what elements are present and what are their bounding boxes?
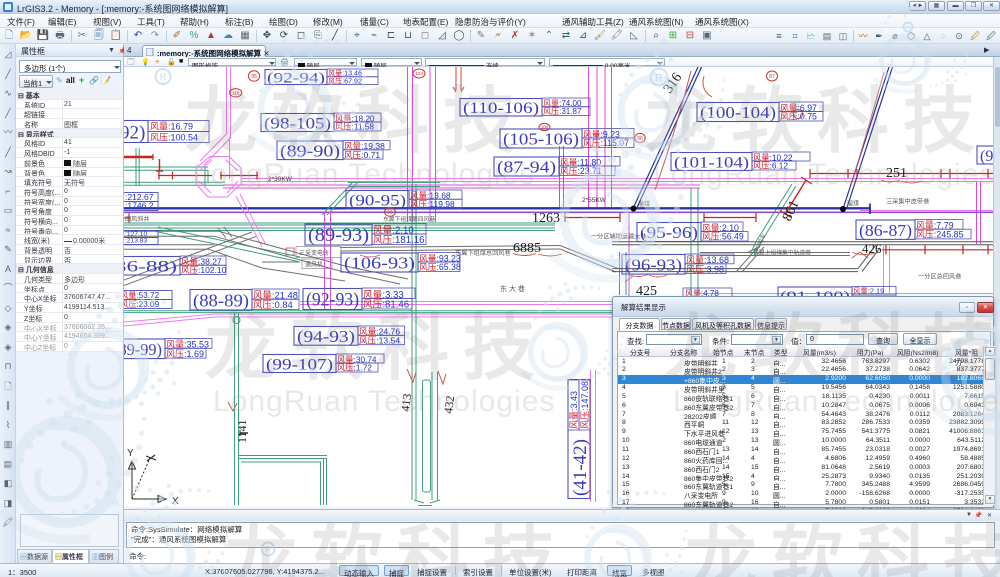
svg-text:(106-93): (106-93) [344,254,415,273]
svg-text:2*55KW: 2*55KW [582,197,607,204]
svg-text:426: 426 [862,241,882,256]
svg-text:(89-99): (89-99) [124,340,162,359]
svg-text:东翼上组煤集中轨道巷: 东翼上组煤集中轨道巷 [753,249,811,257]
svg-text:风压:56.49: 风压:56.49 [702,232,744,242]
svg-text:100: 100 [541,125,549,130]
svg-text:87: 87 [769,74,775,80]
svg-text:95: 95 [251,74,257,80]
svg-text:风量:3.43: 风量:3.43 [569,391,579,429]
svg-text:风压:67.92: 风压:67.92 [328,77,362,85]
svg-text:风压:115.07: 风压:115.07 [583,138,629,148]
svg-text:(99-107): (99-107) [266,356,333,373]
svg-text:风量:2.19: 风量:2.19 [853,287,884,296]
svg-text:风压:23.71: 风压:23.71 [560,166,602,176]
svg-text::1746.2: :1746.2 [125,201,154,211]
svg-text:溜煤: 溜煤 [638,200,650,208]
svg-text:一分区总回风巷: 一分区总回风巷 [918,273,962,281]
svg-text:92: 92 [387,210,393,215]
svg-text:(90-95): (90-95) [349,191,406,210]
svg-text:X: X [172,496,179,507]
svg-text:316: 316 [661,70,685,96]
svg-text:(86-87): (86-87) [859,221,912,240]
svg-text:风量:53.72: 风量:53.72 [124,291,160,300]
svg-text:三采集中皮带巷: 三采集中皮带巷 [886,198,930,206]
svg-text::213.83: :213.83 [125,238,147,245]
svg-text:风量:16.79: 风量:16.79 [150,122,193,132]
svg-text:92): 92) [124,123,145,144]
svg-text:风压:1.69: 风压:1.69 [166,349,204,359]
svg-text:风压:65.38: 风压:65.38 [419,262,461,272]
svg-text:风压:0.71: 风压:0.71 [344,150,380,160]
svg-text:风压:0.75: 风压:0.75 [780,112,817,122]
svg-text:(110-106): (110-106) [463,100,539,117]
svg-text:(88-89): (88-89) [193,290,249,311]
svg-text:风压:11.58: 风压:11.58 [335,123,374,132]
svg-text:(105-106): (105-106) [503,130,579,149]
svg-text:风压:119.98: 风压:119.98 [410,199,455,209]
svg-text:风压:13.54: 风压:13.54 [359,335,400,345]
svg-text:风压:245.85: 风压:245.85 [916,230,964,240]
svg-text:(94-93): (94-93) [297,327,355,346]
svg-text:(96-93): (96-93) [625,256,682,275]
svg-text:2*30KW: 2*30KW [268,176,293,183]
svg-text:(89-90): (89-90) [280,141,340,160]
svg-text:6885: 6885 [513,241,541,256]
svg-text:风压:102.10: 风压:102.10 [181,265,227,275]
svg-text:风压:3.98: 风压:3.98 [686,264,724,274]
svg-text:东翼下组煤总回风巷: 东翼下组煤总回风巷 [455,249,511,257]
svg-text:(41-42): (41-42) [570,439,591,496]
svg-text:(87-94): (87-94) [497,158,556,177]
svg-text:(100-104): (100-104) [700,103,776,122]
svg-text:413: 413 [398,393,414,413]
svg-text:风量:13.46: 风量:13.46 [328,70,362,78]
svg-text:96: 96 [637,136,643,142]
svg-text:(86-88): (86-88) [124,257,177,276]
svg-text:溜煤: 溜煤 [847,200,859,208]
svg-text:1263: 1263 [532,211,560,226]
svg-text:风压:31.87: 风压:31.87 [543,107,582,116]
svg-text:432: 432 [441,395,457,415]
svg-text:风压:81.46: 风压:81.46 [363,300,409,311]
svg-text:861: 861 [780,198,802,223]
svg-text:风压:100.54: 风压:100.54 [150,133,198,143]
svg-text:风压:6.12: 风压:6.12 [753,162,788,171]
svg-text:风压:0.84: 风压:0.84 [253,299,293,310]
svg-text:风压:23.09: 风压:23.09 [124,300,160,309]
svg-text:回风斜井: 回风斜井 [125,215,150,223]
svg-text:(98-105): (98-105) [264,115,331,132]
svg-text:(92-93): (92-93) [306,290,359,311]
svg-text:(89-93): (89-93) [308,225,369,246]
svg-text:(92-94): (92-94) [267,71,325,87]
svg-text:风压:1.72: 风压:1.72 [337,364,372,373]
svg-text:东 大 巷: 东 大 巷 [500,284,525,293]
svg-text:风压:181.16: 风压:181.16 [373,235,425,246]
svg-text:110: 110 [232,91,240,96]
svg-text:风压:147.08: 风压:147.08 [580,381,590,429]
svg-text:Y: Y [127,448,134,459]
svg-text:(101-104): (101-104) [674,154,749,171]
svg-text:1141: 1141 [235,419,249,443]
svg-text:104: 104 [415,71,423,77]
svg-text:(9: (9 [980,148,993,165]
svg-text:251: 251 [886,166,907,181]
svg-text:(95-96): (95-96) [640,223,698,242]
